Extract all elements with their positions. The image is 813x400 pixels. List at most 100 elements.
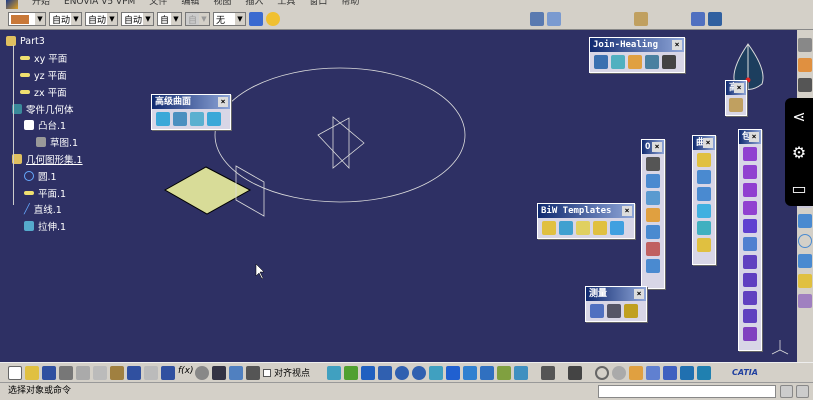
select-icon[interactable] [798,58,812,72]
high-tool-icon[interactable] [729,98,743,112]
biw-icon[interactable] [593,221,607,235]
plane-surface[interactable] [163,166,252,215]
op-icon[interactable] [646,174,660,188]
biw-icon[interactable] [542,221,556,235]
bump-icon[interactable] [156,112,170,126]
grid-icon[interactable] [663,365,678,380]
shape-morphing-icon[interactable] [207,112,221,126]
monitor-icon[interactable]: ▭ [791,179,806,198]
biw-icon[interactable] [610,221,624,235]
multiview-icon[interactable] [446,365,461,380]
curve-icon[interactable] [697,204,711,218]
fly-icon[interactable] [327,365,342,380]
table-icon[interactable] [212,365,226,380]
surface-icon[interactable] [743,183,757,197]
gear-icon[interactable]: ⚙ [792,143,806,162]
healing-icon[interactable] [611,55,625,69]
curve-icon[interactable] [798,274,812,288]
tool-icon[interactable] [798,294,812,308]
sketch-triangle-up[interactable] [317,117,350,170]
render-icon[interactable] [541,365,556,380]
solid-icon[interactable] [743,327,757,341]
op-icon[interactable] [646,208,660,222]
surface-icon[interactable] [743,165,757,179]
save-icon[interactable] [42,365,56,380]
disassemble-icon[interactable] [662,55,676,69]
curve-icon[interactable] [697,187,711,201]
surface-icon[interactable] [743,147,757,161]
new-icon[interactable] [8,365,22,380]
iso-view-icon[interactable] [463,365,478,380]
undo-icon[interactable] [127,365,141,380]
hide-show-icon[interactable] [497,365,512,380]
tool-icon[interactable] [798,214,812,228]
op-icon[interactable] [646,157,660,171]
curve-icon[interactable] [697,153,711,167]
close-icon[interactable]: × [734,83,744,93]
op-icon[interactable] [646,225,660,239]
mouse-icon[interactable] [612,365,627,380]
solid-icon[interactable] [743,273,757,287]
surface-icon[interactable] [743,219,757,233]
op-icon[interactable] [646,242,660,256]
close-icon[interactable]: × [218,97,228,107]
hide-icon[interactable] [246,365,260,380]
surface-icon[interactable] [743,237,757,251]
spline-icon[interactable] [798,254,812,268]
solid-icon[interactable] [743,291,757,305]
rotate-icon[interactable] [378,365,393,380]
curve-smooth-icon[interactable] [628,55,642,69]
cut-icon[interactable] [76,365,90,380]
comment-icon[interactable] [195,365,209,380]
close-icon[interactable]: × [703,138,713,148]
close-icon[interactable]: × [634,289,644,299]
solid-icon[interactable] [743,309,757,323]
pan-icon[interactable] [361,365,376,380]
share-icon[interactable]: ⋖ [792,107,805,126]
curve-icon[interactable] [697,170,711,184]
at-icon[interactable] [595,365,610,380]
close-icon[interactable]: × [622,206,632,216]
measure-inertia-icon[interactable] [624,304,638,318]
shading-icon[interactable] [480,365,495,380]
swap-visible-icon[interactable] [514,365,529,380]
zoom-out-icon[interactable] [412,365,427,380]
measure-between-icon[interactable] [590,304,604,318]
solid-icon[interactable] [743,255,757,269]
command-input[interactable] [598,385,776,398]
curve-icon[interactable] [697,221,711,235]
open-icon[interactable] [25,365,39,380]
formula-icon[interactable]: f(x) [178,366,194,380]
measure-item-icon[interactable] [607,304,621,318]
normal-view-icon[interactable] [429,365,444,380]
paste-icon[interactable] [110,365,124,380]
close-icon[interactable]: × [652,142,662,152]
run-command-button[interactable] [780,385,793,398]
op-icon[interactable] [646,259,660,273]
align-checkbox[interactable] [263,368,271,377]
print-icon[interactable] [59,365,73,380]
copy-icon[interactable] [93,365,107,380]
tool-icon[interactable] [798,38,812,52]
surface-icon[interactable] [743,201,757,215]
tool-icon[interactable] [798,78,812,92]
curve-icon[interactable] [697,238,711,252]
zoom-in-icon[interactable] [395,365,410,380]
work-plane-icon[interactable] [646,365,661,380]
help-icon[interactable] [161,365,175,380]
close-icon[interactable]: × [749,132,759,142]
join-icon[interactable] [594,55,608,69]
circle-icon[interactable] [798,234,812,248]
cylinder-icon[interactable] [697,365,712,380]
snap-icon[interactable] [680,365,695,380]
circle-geometry[interactable] [214,67,466,203]
camera-icon[interactable] [568,365,583,380]
close-icon[interactable]: × [672,40,682,50]
biw-icon[interactable] [559,221,573,235]
biw-icon[interactable] [576,221,590,235]
tree-icon[interactable] [229,365,243,380]
op-icon[interactable] [646,191,660,205]
wrap-surface-icon[interactable] [190,112,204,126]
wrap-curve-icon[interactable] [173,112,187,126]
redo-icon[interactable] [144,365,158,380]
